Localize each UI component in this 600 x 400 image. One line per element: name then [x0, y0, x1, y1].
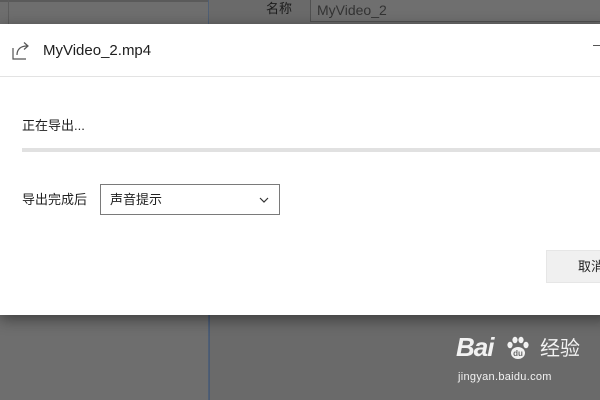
export-dialog: MyVideo_2.mp4 正在导出... 导出完成后 声音提示 取消 [0, 24, 600, 315]
header-divider [0, 76, 600, 77]
background-left-topstrip [0, 0, 208, 2]
after-export-select[interactable]: 声音提示 [100, 184, 280, 215]
chevron-down-icon [259, 197, 269, 203]
watermark-url: jingyan.baidu.com [458, 371, 552, 383]
export-status-text: 正在导出... [22, 118, 85, 133]
after-export-label: 导出完成后 [22, 192, 88, 207]
export-progress-bar [22, 148, 600, 152]
background-name-input[interactable]: MyVideo_2 [310, 0, 600, 22]
cancel-button-label: 取消 [578, 259, 600, 274]
baidu-jingyan-watermark: Bai du 经验 jingyan.baidu.com [456, 332, 596, 388]
minimize-close-icon[interactable] [593, 45, 600, 46]
paw-icon: du [507, 336, 529, 359]
background-divider-bottom [209, 314, 210, 400]
svg-text:du: du [513, 349, 523, 358]
share-export-icon [12, 42, 29, 60]
watermark-logo-suffix: 经验 [540, 336, 580, 360]
dialog-header: MyVideo_2.mp4 [0, 24, 600, 77]
background-divider [8, 0, 9, 26]
cancel-button[interactable]: 取消 [546, 250, 600, 283]
after-export-selected-value: 声音提示 [110, 192, 163, 207]
background-name-label: 名称 [266, 1, 293, 16]
dialog-title: MyVideo_2.mp4 [43, 42, 152, 59]
watermark-logo-text: Bai [456, 332, 494, 362]
